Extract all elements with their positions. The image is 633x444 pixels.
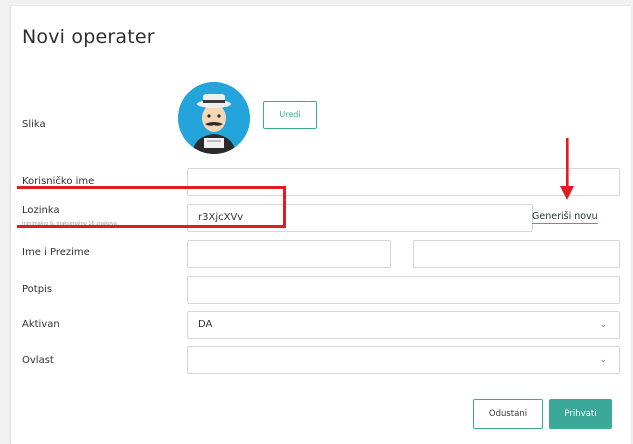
edit-image-button[interactable]: Uredi — [263, 101, 317, 129]
avatar[interactable] — [178, 82, 250, 154]
image-label: Slika — [22, 119, 46, 130]
cancel-button[interactable]: Odustani — [473, 399, 543, 429]
operator-avatar-icon — [178, 82, 250, 154]
full-name-label: Ime i Prezime — [22, 247, 90, 258]
signature-label: Potpis — [22, 284, 53, 295]
last-name-input[interactable] — [413, 240, 620, 268]
active-select-value: DA — [198, 319, 213, 330]
active-select[interactable]: DA ⌄ — [187, 311, 620, 339]
signature-input[interactable] — [187, 276, 620, 304]
chevron-down-icon: ⌄ — [599, 355, 607, 365]
chevron-down-icon: ⌄ — [599, 320, 607, 330]
accept-button[interactable]: Prihvati — [549, 399, 612, 429]
annotation-arrow-icon — [560, 138, 574, 200]
dialog-title: Novi operater — [22, 26, 155, 48]
generate-password-link[interactable]: Generiši novu — [532, 211, 598, 224]
first-name-input[interactable] — [187, 240, 391, 268]
permission-select[interactable]: ⌄ — [187, 346, 620, 374]
permission-label: Ovlast — [22, 355, 54, 366]
active-label: Aktivan — [22, 319, 60, 330]
annotation-highlight-box — [17, 186, 286, 228]
